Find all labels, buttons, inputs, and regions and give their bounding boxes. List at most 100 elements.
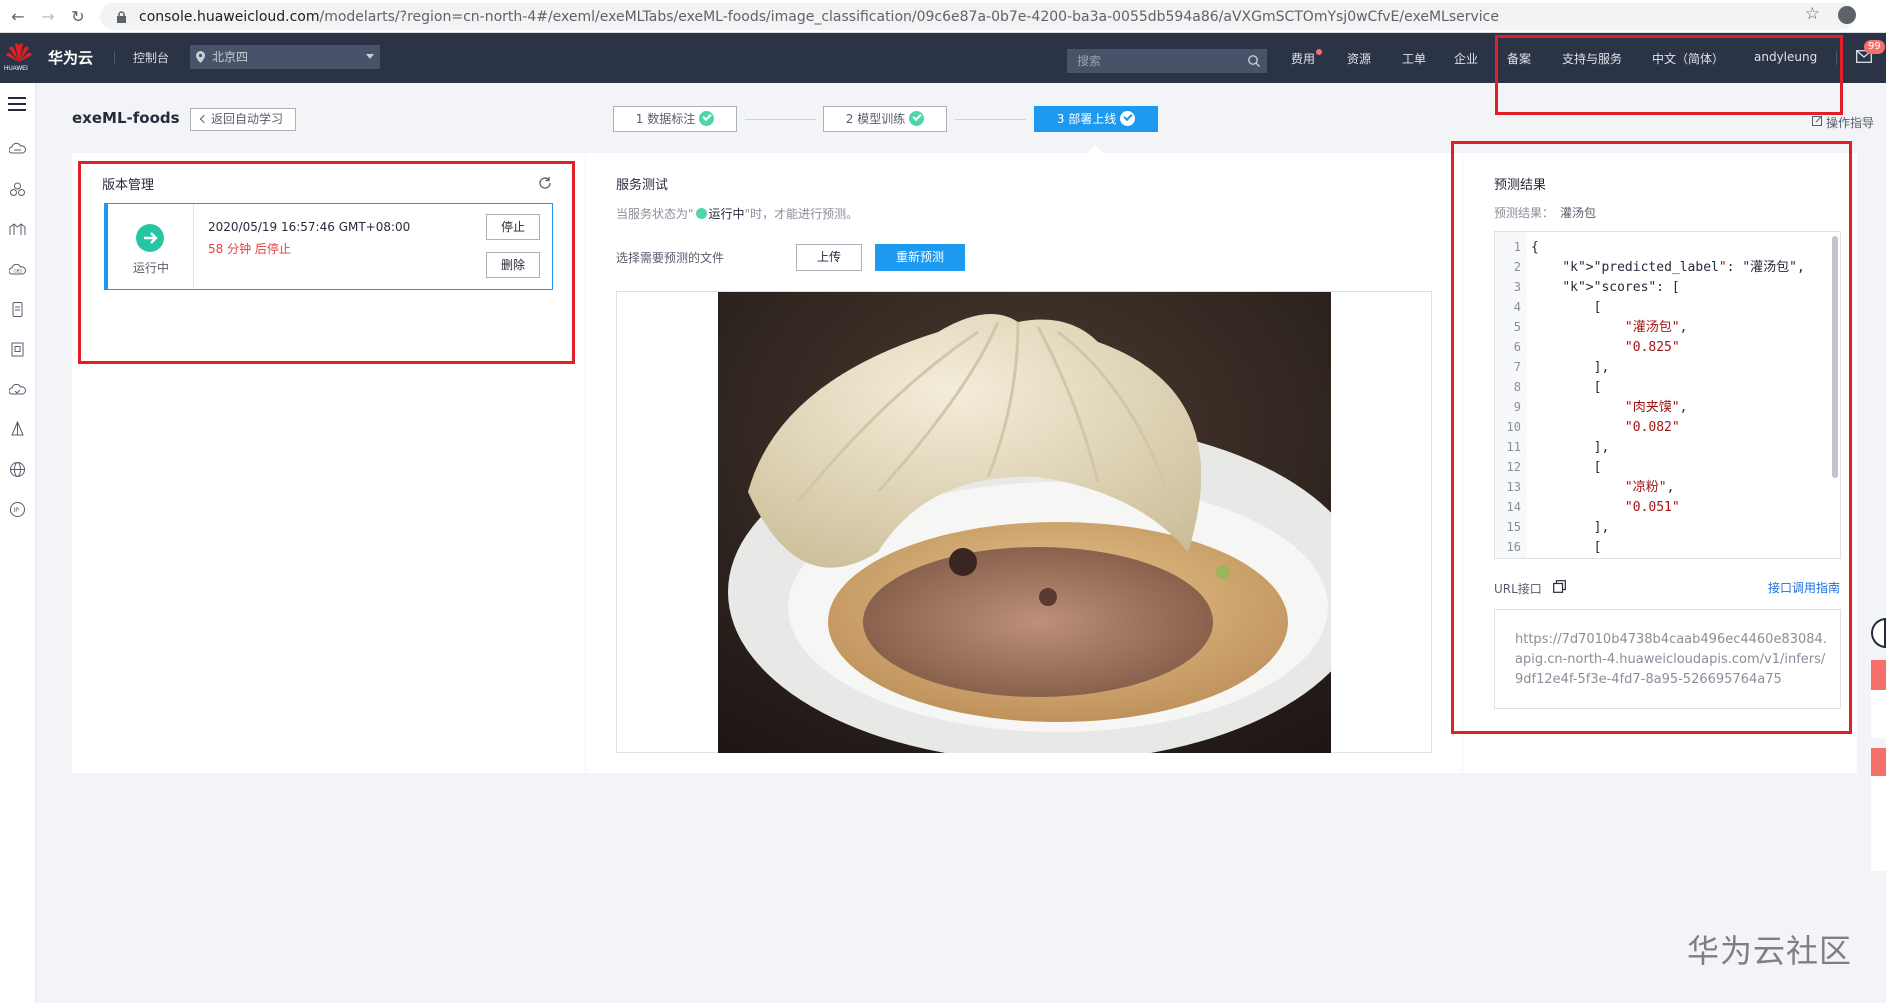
code-text: {	[1531, 240, 1539, 255]
code-text: "0.082"	[1624, 420, 1680, 435]
api-guide-link[interactable]: 接口调用指南	[1768, 579, 1840, 596]
console-link[interactable]: 控制台	[133, 49, 169, 66]
region-value: 北京四	[212, 50, 249, 64]
upload-button[interactable]: 上传	[796, 244, 862, 271]
profile-icon[interactable]	[1838, 6, 1856, 24]
copy-icon[interactable]	[1553, 580, 1566, 593]
code-line: 13 "凉粉",	[1495, 477, 1675, 497]
menu-icon[interactable]	[8, 97, 26, 111]
cloud-icon[interactable]	[9, 381, 26, 398]
bridge-icon[interactable]	[9, 221, 26, 238]
search-placeholder: 搜索	[1077, 54, 1102, 68]
code-line: 16 [	[1495, 537, 1602, 557]
json-result-viewer[interactable]: 1{2 "k">"predicted_label": "灌汤包", 3 "k">"…	[1494, 231, 1841, 559]
stop-button[interactable]: 停止	[486, 214, 540, 240]
step-model-training[interactable]: 2 模型训练	[823, 106, 947, 132]
divider	[1836, 51, 1837, 65]
ip-icon[interactable]: IP	[9, 501, 26, 518]
code-text: ],	[1531, 440, 1610, 455]
nav-item-tickets[interactable]: 工单	[1402, 50, 1426, 67]
code-line: 9 "肉夹馍",	[1495, 397, 1688, 417]
nav-item-username[interactable]: andyleung	[1754, 50, 1817, 64]
nav-item-enterprise[interactable]: 企业	[1454, 50, 1478, 67]
watermark: 华为云社区	[1687, 932, 1853, 970]
floating-red-tab[interactable]	[1871, 748, 1886, 776]
nav-item-language[interactable]: 中文（简体）	[1652, 50, 1724, 67]
globe-icon[interactable]	[9, 461, 26, 478]
code-text: [	[1531, 460, 1602, 475]
code-line: 11 ],	[1495, 437, 1610, 457]
location-pin-icon	[196, 51, 205, 63]
code-line: 10 "0.082"	[1495, 417, 1680, 437]
code-text: ],	[1531, 520, 1610, 535]
code-text: [	[1531, 540, 1602, 555]
operation-guide-link[interactable]: 操作指导	[1826, 114, 1874, 131]
search-icon[interactable]	[1247, 54, 1261, 68]
hint-running: 运行中	[708, 207, 745, 221]
code-text: "0.825"	[1624, 340, 1680, 355]
step-connector	[955, 119, 1026, 120]
line-number: 16	[1506, 540, 1521, 554]
line-number: 15	[1506, 520, 1521, 534]
cluster-icon[interactable]	[9, 181, 26, 198]
prediction-result-line: 预测结果： 灌汤包	[1494, 204, 1596, 221]
code-line: 3 "k">"scores": [	[1495, 277, 1680, 297]
address-bar[interactable]: console.huaweicloud.com/modelarts/?regio…	[100, 3, 1855, 30]
code-line: 4 [	[1495, 297, 1602, 317]
version-panel-title: 版本管理	[102, 178, 155, 193]
delete-button[interactable]: 删除	[486, 252, 540, 278]
check-circle-icon	[1120, 111, 1136, 126]
scrollbar[interactable]	[1832, 236, 1838, 478]
bookmark-star-icon[interactable]: ☆	[1805, 4, 1820, 24]
huawei-logo[interactable]: HUAWEI	[4, 42, 32, 72]
nav-item-icp-filing[interactable]: 备案	[1507, 50, 1531, 67]
line-number: 4	[1513, 300, 1521, 314]
code-text: "0.051"	[1624, 500, 1680, 515]
refresh-icon[interactable]	[538, 176, 552, 190]
line-number: 10	[1506, 420, 1521, 434]
back-arrow-icon[interactable]: ←	[6, 4, 30, 28]
check-circle-icon	[909, 111, 925, 126]
repredict-button[interactable]: 重新预测	[875, 244, 965, 271]
running-arrow-icon	[136, 224, 164, 252]
floating-assistant-icon[interactable]	[1871, 618, 1886, 648]
cloud-server-icon[interactable]	[9, 141, 26, 158]
inference-url-field[interactable]: https://7d7010b4738b4caab496ec4460e83084…	[1494, 609, 1841, 709]
back-to-automl-button[interactable]: 返回自动学习	[190, 108, 296, 131]
left-sidebar: OBS IP	[0, 83, 36, 1003]
line-number: 5	[1513, 320, 1521, 334]
reload-icon[interactable]: ↻	[66, 4, 90, 28]
step-data-labeling[interactable]: 1 数据标注	[613, 106, 737, 132]
huawei-petal-icon	[6, 43, 32, 62]
deploy-icon[interactable]	[9, 421, 26, 438]
result-label-text: 预测结果：	[1494, 206, 1555, 220]
code-line: 8 [	[1495, 377, 1602, 397]
code-line: 2 "k">"predicted_label": "灌汤包",	[1495, 257, 1805, 277]
status-label: 运行中	[132, 261, 169, 275]
code-text: "凉粉",	[1624, 480, 1675, 495]
container-icon[interactable]	[9, 341, 26, 358]
floating-red-tab[interactable]	[1871, 660, 1886, 690]
region-selector[interactable]: 北京四	[190, 45, 380, 69]
mail-badge: 99	[1864, 40, 1885, 54]
code-text: [	[1531, 380, 1602, 395]
divider	[114, 51, 115, 65]
search-input[interactable]: 搜索	[1067, 49, 1267, 73]
brand-small-text: HUAWEI	[4, 66, 28, 72]
cloud-storage-icon[interactable]: OBS	[9, 261, 26, 278]
nav-item-resources[interactable]: 资源	[1347, 50, 1371, 67]
database-icon[interactable]	[9, 301, 26, 318]
line-number: 11	[1506, 440, 1521, 454]
image-preview	[616, 291, 1432, 753]
step-deploy[interactable]: 3 部署上线	[1034, 106, 1158, 132]
brand-name[interactable]: 华为云	[48, 47, 93, 68]
url-interface-label: URL接口	[1494, 582, 1542, 596]
forward-arrow-icon[interactable]: →	[36, 4, 60, 28]
code-line: 12 [	[1495, 457, 1602, 477]
code-text: "肉夹馍",	[1624, 400, 1688, 415]
predicted-label-value: 灌汤包	[1560, 206, 1597, 220]
nav-item-support[interactable]: 支持与服务	[1562, 50, 1622, 67]
nav-item-billing[interactable]: 费用	[1291, 50, 1315, 67]
url-path: /modelarts/?region=cn-north-4#/exeml/exe…	[319, 8, 1499, 25]
page-title: exeML-foods	[72, 109, 180, 127]
